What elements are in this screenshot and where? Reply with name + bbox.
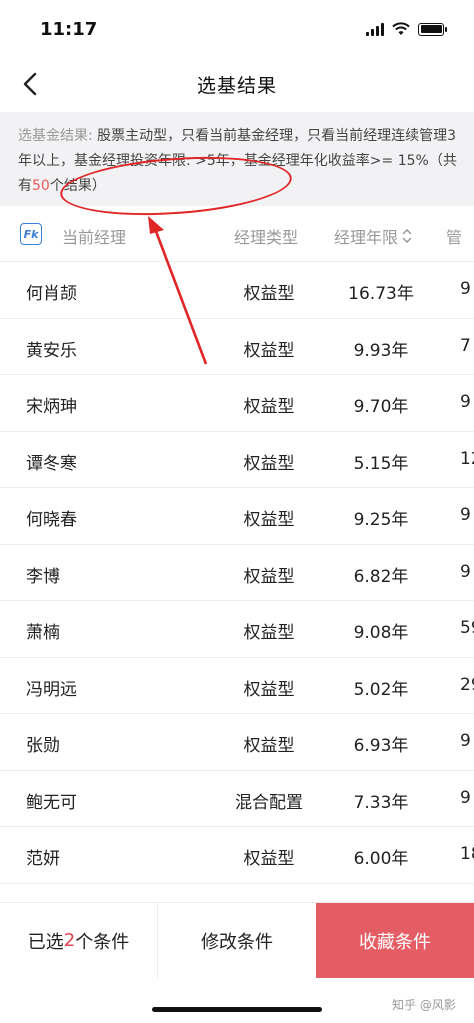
table-header: Fk 当前经理 经理类型 经理年限 管: [0, 206, 474, 262]
cell-manager-years: 9.70年: [353, 397, 409, 417]
criteria-label: 选基金结果:: [18, 128, 93, 144]
column-header-managed: 管: [446, 228, 463, 247]
status-time: 11:17: [40, 18, 98, 40]
cell-manager-years: 9.25年: [353, 510, 409, 530]
table-row[interactable]: 黄安乐 权益型 9.93年 7: [0, 319, 474, 375]
home-indicator[interactable]: [152, 1007, 322, 1012]
watermark: 知乎 @风影: [392, 998, 456, 1012]
selected-prefix: 已选: [27, 931, 64, 953]
chevron-left-icon: [23, 72, 37, 96]
cell-manager-years: 9.08年: [353, 623, 409, 643]
cell-managed-size: 9: [460, 279, 471, 299]
cell-managed-size: 9: [460, 787, 471, 808]
cell-managed-size: 9: [460, 561, 471, 582]
cell-manager-years: 6.82年: [353, 566, 409, 587]
sort-icon: [402, 229, 412, 243]
column-header-years[interactable]: 经理年限: [334, 224, 412, 248]
nav-bar: 选基结果: [0, 58, 474, 110]
table-row[interactable]: 张勋 权益型 6.93年 9: [0, 714, 474, 771]
table-row[interactable]: 萧楠权益型9.08年59: [0, 601, 474, 658]
column-header-type: 经理类型: [234, 228, 299, 247]
table-row[interactable]: 何肖颉 权益型 16.73年 9: [0, 262, 474, 319]
table-row[interactable]: 冯明远权益型5.02年29: [0, 658, 474, 714]
selected-count: 2: [63, 930, 76, 951]
status-bar: 11:17: [0, 0, 474, 58]
page-title: 选基结果: [196, 74, 277, 97]
wifi-icon: [392, 22, 410, 35]
cell-managed-size: 12: [460, 448, 474, 469]
save-conditions-button[interactable]: 收藏条件: [316, 903, 474, 978]
table-row[interactable]: 宋炳珅 权益型 9.70年 9: [0, 375, 474, 432]
cell-manager-years: 5.02年: [353, 679, 409, 700]
cell-manager-years: 9.93年: [353, 340, 409, 361]
battery-icon: [418, 22, 447, 36]
cell-manager-years: 5.15年: [353, 453, 409, 474]
table-row[interactable]: 李博 权益型 6.82年 9: [0, 545, 474, 601]
cell-managed-size: 7: [460, 335, 471, 356]
cell-managed-size: 9: [460, 392, 471, 412]
cell-managed-size: 9: [460, 505, 471, 525]
table-row[interactable]: 鲍无可 混合配置 7.33年 9: [0, 771, 474, 827]
cell-manager-years: 7.33年: [353, 792, 409, 813]
selected-suffix: 个条件: [75, 931, 130, 953]
cell-manager-years: 6.00年: [353, 849, 409, 869]
criteria-summary: 选基金结果: 股票主动型，只看当前基金经理，只看当前经理连续管理3年以上，基金经…: [0, 112, 474, 206]
result-count-suffix: 个结果）: [49, 178, 106, 194]
cell-managed-size: 9: [460, 731, 471, 751]
table-row[interactable]: 何晓春 权益型 9.25年 9: [0, 488, 474, 545]
modify-conditions-button[interactable]: 修改条件: [158, 903, 316, 978]
result-count: 50: [32, 178, 50, 194]
cell-manager-years: 6.93年: [353, 736, 409, 756]
manager-table: 何肖颉 权益型 16.73年 9 黄安乐 权益型 9.93年 7 宋炳珅 权益型 9.70年 9 谭冬寒…: [0, 262, 474, 884]
cell-managed-size: 29: [460, 674, 474, 695]
bottom-action-bar: 已选 2 个条件 修改条件 收藏条件: [0, 902, 474, 978]
selected-conditions-button[interactable]: 已选 2 个条件: [0, 903, 158, 978]
table-row[interactable]: 范妍权益型6.00年18: [0, 827, 474, 884]
back-button[interactable]: [16, 70, 44, 98]
cellular-signal-icon: [366, 22, 384, 36]
cell-managed-size: 18: [460, 844, 474, 864]
fk-logo-icon[interactable]: Fk: [20, 223, 42, 245]
column-header-manager: 当前经理: [62, 228, 127, 247]
status-icons: [366, 22, 447, 36]
table-row[interactable]: 谭冬寒权益型5.15年12: [0, 432, 474, 488]
cell-managed-size: 59: [460, 618, 474, 638]
cell-manager-years: 16.73年: [348, 284, 414, 304]
column-header-years-label: 经理年限: [334, 228, 399, 247]
